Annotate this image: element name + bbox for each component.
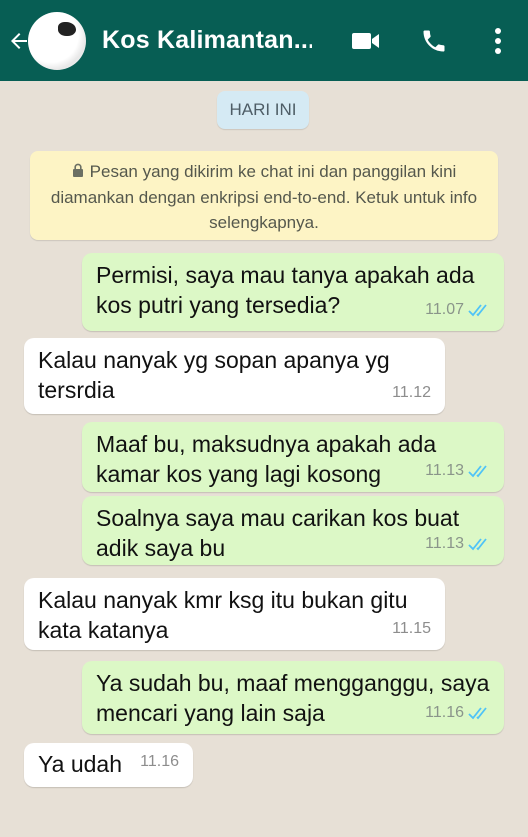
lock-icon	[72, 160, 84, 185]
message-outgoing[interactable]: Soalnya saya mau carikan kos buat adik s…	[82, 496, 504, 565]
message-meta: 11.15	[392, 614, 431, 644]
message-meta: 11.16	[425, 698, 490, 728]
message-text: Permisi, saya mau tanya apakah ada kos p…	[96, 262, 475, 318]
contact-name[interactable]: Kos Kalimantan...	[102, 26, 312, 55]
message-incoming[interactable]: Kalau nanyak yg sopan apanya yg tersrdia…	[24, 338, 445, 414]
encryption-text: Pesan yang dikirim ke chat ini dan pangg…	[50, 162, 478, 232]
message-time: 11.12	[392, 384, 431, 401]
message-text: Maaf bu, maksudnya apakah ada kamar kos …	[96, 431, 437, 487]
message-text: Kalau nanyak yg sopan apanya yg tersrdia	[38, 347, 390, 403]
read-ticks-icon	[468, 303, 490, 317]
chat-header: Kos Kalimantan...	[0, 0, 528, 81]
message-incoming[interactable]: Kalau nanyak kmr ksg itu bukan gitu kata…	[24, 578, 445, 650]
message-meta: 11.07	[425, 295, 490, 325]
chat-area[interactable]: HARI INI Pesan yang dikirim ke chat ini …	[0, 81, 528, 837]
message-meta: 11.12	[392, 378, 431, 408]
back-button[interactable]	[6, 11, 86, 70]
date-separator: HARI INI	[217, 91, 309, 129]
message-meta: 11.13	[425, 529, 490, 559]
message-time: 11.07	[425, 301, 464, 318]
encryption-notice[interactable]: Pesan yang dikirim ke chat ini dan pangg…	[30, 151, 498, 240]
message-time: 11.16	[140, 753, 179, 770]
message-outgoing[interactable]: Maaf bu, maksudnya apakah ada kamar kos …	[82, 422, 504, 492]
message-incoming[interactable]: Ya udah 11.16	[24, 743, 193, 787]
read-ticks-icon	[468, 464, 490, 478]
message-outgoing[interactable]: Ya sudah bu, maaf mengganggu, saya menca…	[82, 661, 504, 734]
video-call-icon[interactable]	[348, 23, 384, 59]
message-time: 11.13	[425, 535, 464, 552]
message-time: 11.13	[425, 462, 464, 479]
message-text: Kalau nanyak kmr ksg itu bukan gitu kata…	[38, 587, 408, 643]
message-time: 11.15	[392, 620, 431, 637]
message-outgoing[interactable]: Permisi, saya mau tanya apakah ada kos p…	[82, 253, 504, 331]
message-text: Soalnya saya mau carikan kos buat adik s…	[96, 505, 460, 561]
message-time: 11.16	[425, 704, 464, 721]
message-text: Ya udah	[38, 751, 122, 777]
more-options-icon[interactable]	[488, 23, 508, 59]
message-meta: 11.16	[140, 747, 179, 777]
avatar[interactable]	[28, 11, 86, 70]
message-meta: 11.13	[425, 456, 490, 486]
header-actions	[348, 23, 528, 59]
read-ticks-icon	[468, 706, 490, 720]
phone-icon[interactable]	[418, 25, 450, 57]
read-ticks-icon	[468, 537, 490, 551]
